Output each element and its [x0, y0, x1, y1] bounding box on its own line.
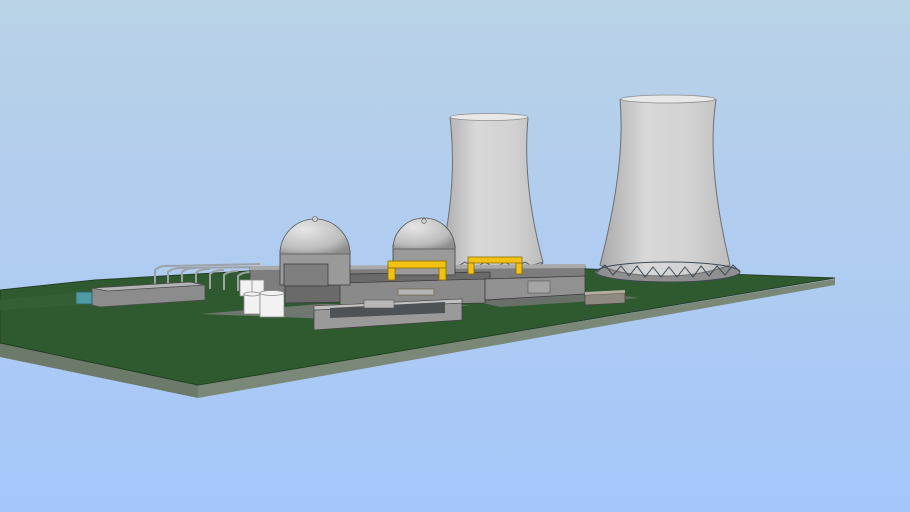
plant-model-render: [0, 0, 910, 512]
scene-viewport: [0, 0, 910, 512]
small-warehouse: [584, 290, 626, 306]
